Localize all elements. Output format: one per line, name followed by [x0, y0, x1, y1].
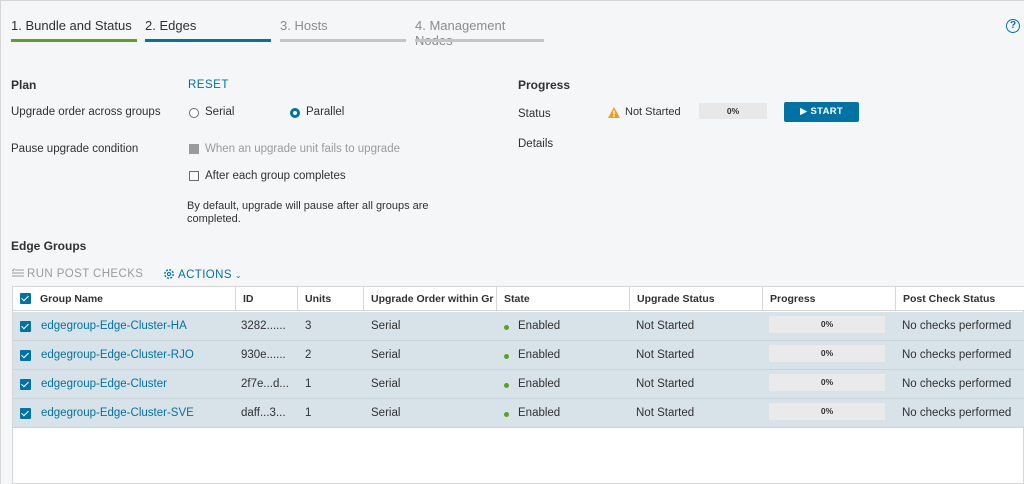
pause-condition-label: Pause upgrade condition: [11, 143, 139, 155]
group-post-check-status: No checks performed: [902, 349, 1012, 361]
enabled-status-dot: [504, 354, 509, 359]
group-id: 3282......: [241, 320, 286, 332]
group-progress-bar: 0%: [769, 345, 885, 362]
column-header-upgrade-order[interactable]: Upgrade Order within Gr: [363, 287, 496, 311]
row-checkbox[interactable]: [20, 408, 31, 419]
parallel-radio[interactable]: [290, 108, 300, 118]
group-units: 2: [305, 349, 312, 361]
run-post-checks-button: RUN POST CHECKS: [11, 268, 144, 280]
pause-after-group-label: After each group completes: [205, 170, 346, 182]
serial-radio[interactable]: [189, 108, 199, 118]
serial-radio-label: Serial: [205, 106, 235, 118]
group-state: Enabled: [518, 378, 561, 390]
column-header-post-check-status[interactable]: Post Check Status: [895, 287, 1024, 311]
upgrade-order-label: Upgrade order across groups: [11, 106, 161, 118]
group-name-link[interactable]: edgegroup-Edge-Cluster: [41, 370, 231, 399]
group-upgrade-status: Not Started: [636, 349, 695, 361]
group-upgrade-status: Not Started: [636, 378, 695, 390]
group-name-link[interactable]: edgegroup-Edge-Cluster-SVE: [41, 399, 231, 428]
reset-link[interactable]: RESET: [188, 79, 229, 91]
column-header-group-name[interactable]: Group Name: [33, 287, 235, 311]
group-upgrade-order: Serial: [371, 378, 401, 390]
group-upgrade-status: Not Started: [636, 320, 695, 332]
pause-on-failure-label: When an upgrade unit fails to upgrade: [205, 143, 400, 155]
group-state: Enabled: [518, 349, 561, 361]
step-label: 2. Edges: [145, 18, 197, 33]
group-state: Enabled: [518, 407, 561, 419]
step-hosts[interactable]: 3. Hosts: [280, 18, 406, 42]
row-checkbox[interactable]: [20, 321, 31, 332]
column-header-progress[interactable]: Progress: [762, 287, 895, 311]
table-row[interactable]: edgegroup-Edge-Cluster-HA 3282...... 3 S…: [13, 312, 1024, 341]
help-icon[interactable]: ?: [1006, 19, 1020, 33]
group-state: Enabled: [518, 320, 561, 332]
warning-icon: [608, 107, 620, 118]
enabled-status-dot: [504, 325, 509, 330]
group-units: 1: [305, 407, 312, 419]
default-pause-note: By default, upgrade will pause after all…: [187, 200, 429, 225]
status-label: Status: [518, 108, 551, 120]
gear-icon: [164, 269, 174, 279]
table-row[interactable]: edgegroup-Edge-Cluster-SVE daff...3... 1…: [13, 399, 1024, 428]
row-checkbox[interactable]: [20, 350, 31, 361]
progress-title: Progress: [518, 78, 571, 92]
group-units: 1: [305, 378, 312, 390]
step-progress-bar: [145, 39, 271, 42]
group-progress-bar: 0%: [769, 316, 885, 333]
column-header-state[interactable]: State: [496, 287, 629, 311]
column-header-upgrade-status[interactable]: Upgrade Status: [629, 287, 762, 311]
enabled-status-dot: [504, 412, 509, 417]
step-bundle-and-status[interactable]: 1. Bundle and Status: [11, 18, 137, 42]
group-id: 930e......: [241, 349, 286, 361]
pause-after-group-checkbox[interactable]: [189, 171, 199, 181]
parallel-radio-label: Parallel: [306, 106, 345, 118]
step-progress-bar: [11, 39, 137, 42]
group-post-check-status: No checks performed: [902, 407, 1012, 419]
group-name-link[interactable]: edgegroup-Edge-Cluster-RJO: [41, 341, 231, 370]
group-units: 3: [305, 320, 312, 332]
group-post-check-status: No checks performed: [902, 378, 1012, 390]
step-edges[interactable]: 2. Edges: [145, 18, 271, 42]
pause-on-failure-checkbox: [189, 144, 199, 154]
start-button[interactable]: ▶ START: [784, 102, 859, 122]
step-progress-bar: [415, 39, 544, 42]
group-upgrade-order: Serial: [371, 349, 401, 361]
group-progress-bar: 0%: [769, 374, 885, 391]
step-management-nodes[interactable]: 4. Management Nodes: [415, 18, 544, 48]
group-id: daff...3...: [241, 407, 286, 419]
plan-title: Plan: [11, 78, 37, 92]
chevron-down-icon: ⌄: [234, 271, 243, 280]
table-row[interactable]: edgegroup-Edge-Cluster-RJO 930e...... 2 …: [13, 341, 1024, 370]
column-header-id[interactable]: ID: [235, 287, 297, 311]
table-row[interactable]: edgegroup-Edge-Cluster 2f7e...d... 1 Ser…: [13, 370, 1024, 399]
edge-groups-table: Group Name ID Units Upgrade Order within…: [12, 286, 1024, 484]
step-label: 1. Bundle and Status: [11, 18, 132, 33]
table-header: Group Name ID Units Upgrade Order within…: [13, 287, 1024, 311]
enabled-status-dot: [504, 383, 509, 388]
select-all-checkbox[interactable]: [20, 293, 31, 304]
details-label[interactable]: Details: [518, 138, 553, 150]
group-progress-bar: 0%: [769, 403, 885, 420]
actions-label: ACTIONS: [178, 269, 232, 281]
step-progress-bar: [280, 39, 406, 42]
run-post-checks-label: RUN POST CHECKS: [27, 268, 144, 280]
group-id: 2f7e...d...: [241, 378, 289, 390]
group-name-link[interactable]: edgegroup-Edge-Cluster-HA: [41, 312, 231, 341]
overall-progress-bar: 0%: [699, 103, 767, 119]
column-header-units[interactable]: Units: [297, 287, 363, 311]
row-checkbox[interactable]: [20, 379, 31, 390]
group-upgrade-order: Serial: [371, 320, 401, 332]
group-upgrade-order: Serial: [371, 407, 401, 419]
edge-groups-title: Edge Groups: [11, 239, 87, 253]
group-post-check-status: No checks performed: [902, 320, 1012, 332]
actions-menu[interactable]: ACTIONS ⌄: [163, 268, 242, 281]
status-value: Not Started: [625, 106, 681, 118]
step-label: 3. Hosts: [280, 18, 328, 33]
group-upgrade-status: Not Started: [636, 407, 695, 419]
checklist-icon: [11, 268, 24, 277]
